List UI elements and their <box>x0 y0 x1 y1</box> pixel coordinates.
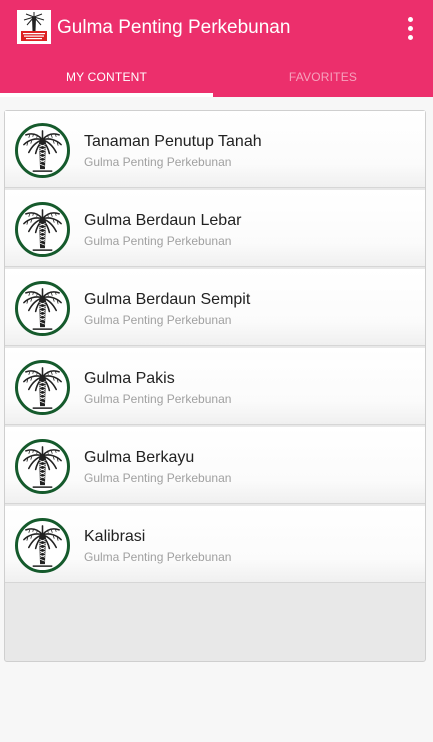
tab-my-content[interactable]: MY CONTENT <box>0 56 213 97</box>
list-item-title: Gulma Berdaun Lebar <box>84 212 242 229</box>
list-item-title: Kalibrasi <box>84 528 146 545</box>
palm-tree-icon <box>15 439 70 494</box>
list-item[interactable]: Tanaman Penutup Tanah Gulma Penting Perke… <box>5 111 425 188</box>
app-bar: Gulma Penting Perkebunan MY CONTENT FAVO… <box>0 0 433 97</box>
list-item[interactable]: Gulma Berdaun Lebar Gulma Penting Perkebu… <box>5 190 425 267</box>
list-item[interactable]: Kalibrasi Gulma Penting Perkebunan <box>5 506 425 583</box>
list-item-subtitle: Gulma Penting Perkebunan <box>84 155 232 169</box>
tab-favorites[interactable]: FAVORITES <box>213 56 433 97</box>
list-item-subtitle: Gulma Penting Perkebunan <box>84 550 232 564</box>
list-item-title: Gulma Berkayu <box>84 449 195 466</box>
app-logo-icon <box>17 10 51 44</box>
app-title: Gulma Penting Perkebunan <box>57 17 291 38</box>
list-item-subtitle: Gulma Penting Perkebunan <box>84 313 232 327</box>
list-item[interactable]: Gulma Berkayu Gulma Penting Perkebunan <box>5 427 425 504</box>
list-item-subtitle: Gulma Penting Perkebunan <box>84 392 232 406</box>
palm-tree-icon <box>15 360 70 415</box>
list-item-subtitle: Gulma Penting Perkebunan <box>84 234 232 248</box>
palm-tree-icon <box>15 281 70 336</box>
list-item[interactable]: Gulma Berdaun Sempit Gulma Penting Perkeb… <box>5 269 425 346</box>
overflow-menu-icon[interactable] <box>396 12 424 44</box>
list-item[interactable]: Gulma Pakis Gulma Penting Perkebunan <box>5 348 425 425</box>
palm-tree-icon <box>15 123 70 178</box>
list-item-title: Tanaman Penutup Tanah <box>84 133 262 150</box>
list-item-title: Gulma Berdaun Sempit <box>84 291 251 308</box>
palm-tree-icon <box>15 202 70 257</box>
palm-tree-icon <box>15 518 70 573</box>
list-item-title: Gulma Pakis <box>84 370 175 387</box>
tab-selected-indicator <box>0 93 213 97</box>
list-item-subtitle: Gulma Penting Perkebunan <box>84 471 232 485</box>
